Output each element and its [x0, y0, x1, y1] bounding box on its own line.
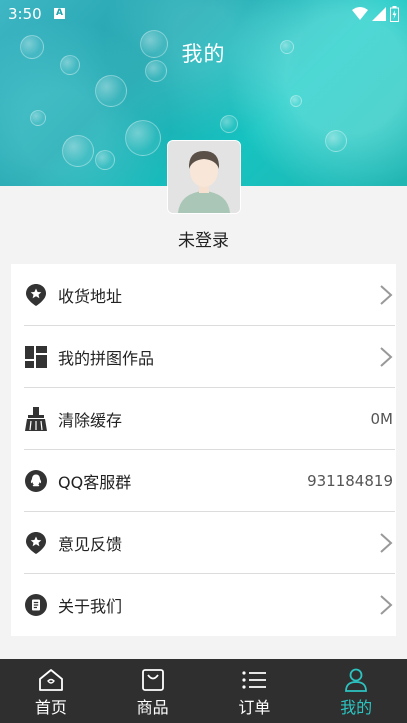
tab-label: 订单	[238, 698, 271, 717]
status-bar: 3:50 A	[0, 0, 407, 28]
tab-label: 商品	[136, 698, 169, 717]
qq-icon	[24, 469, 48, 493]
menu-row-address[interactable]: 收货地址	[24, 264, 395, 326]
menu-label: QQ客服群	[58, 472, 132, 492]
status-time: 3:50	[8, 5, 42, 23]
tab-mine[interactable]: 我的	[305, 659, 407, 723]
menu-row-about[interactable]: 关于我们	[24, 574, 395, 636]
chevron-right-icon	[380, 532, 393, 553]
bag-icon	[141, 669, 164, 691]
user-icon	[345, 668, 368, 692]
tab-label: 我的	[340, 698, 373, 717]
menu-label: 关于我们	[58, 597, 123, 616]
menu-label: 意见反馈	[58, 534, 123, 554]
default-avatar-icon	[168, 141, 240, 213]
tab-label: 首页	[34, 698, 67, 717]
notification-a-icon: A	[54, 8, 65, 19]
menu-row-feedback[interactable]: 意见反馈	[24, 512, 395, 574]
menu-card: 收货地址 我的拼图作品 清除缓存 0M QQ客服群 931184819 意见反馈	[11, 264, 396, 636]
feedback-pin-icon	[24, 531, 48, 555]
about-doc-icon	[24, 593, 48, 617]
chevron-right-icon	[380, 346, 393, 367]
wifi-icon	[352, 7, 368, 20]
list-icon	[242, 671, 267, 689]
tab-products[interactable]: 商品	[102, 659, 204, 723]
location-star-icon	[24, 283, 48, 307]
tab-orders[interactable]: 订单	[204, 659, 306, 723]
menu-label: 收货地址	[58, 286, 123, 306]
tab-home[interactable]: 首页	[0, 659, 102, 723]
battery-icon	[390, 6, 399, 22]
qq-group-number: 931184819	[307, 471, 393, 490]
chevron-right-icon	[380, 595, 393, 615]
menu-row-qq-group[interactable]: QQ客服群 931184819	[24, 450, 395, 512]
menu-row-puzzle-works[interactable]: 我的拼图作品	[24, 326, 395, 388]
broom-icon	[24, 406, 48, 431]
puzzle-grid-icon	[24, 345, 48, 369]
signal-icon	[372, 7, 386, 21]
home-icon	[38, 669, 63, 691]
menu-label: 清除缓存	[58, 410, 123, 430]
avatar[interactable]	[167, 140, 241, 214]
menu-row-clear-cache[interactable]: 清除缓存 0M	[24, 388, 395, 450]
menu-label: 我的拼图作品	[58, 348, 155, 368]
login-status[interactable]: 未登录	[0, 226, 407, 251]
bottom-tab-bar: 首页 商品 订单 我的	[0, 659, 407, 723]
chevron-right-icon	[380, 284, 393, 305]
page-title: 我的	[181, 42, 226, 66]
cache-size-value: 0M	[370, 409, 394, 428]
